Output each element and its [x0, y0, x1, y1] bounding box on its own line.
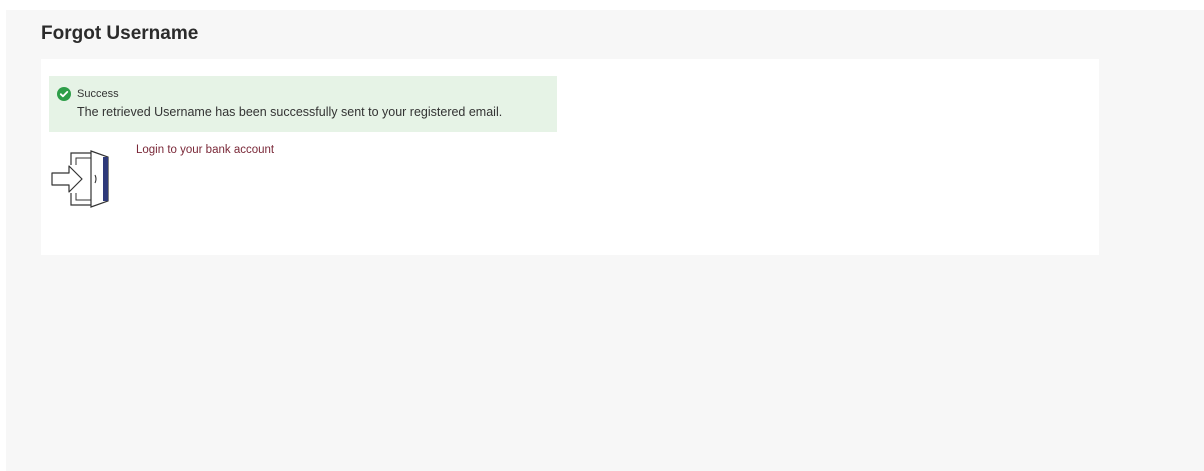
alert-message: The retrieved Username has been successf…: [77, 105, 503, 119]
login-door-icon[interactable]: [51, 149, 117, 211]
alert-title: Success: [77, 88, 119, 100]
page-title: Forgot Username: [41, 23, 199, 44]
success-alert: Success The retrieved Username has been …: [49, 76, 557, 132]
check-circle-icon: [57, 87, 71, 101]
login-link[interactable]: Login to your bank account: [136, 143, 274, 157]
content-card: Success The retrieved Username has been …: [41, 59, 1099, 255]
page-container: Forgot Username Success The retrieved Us…: [6, 10, 1204, 471]
